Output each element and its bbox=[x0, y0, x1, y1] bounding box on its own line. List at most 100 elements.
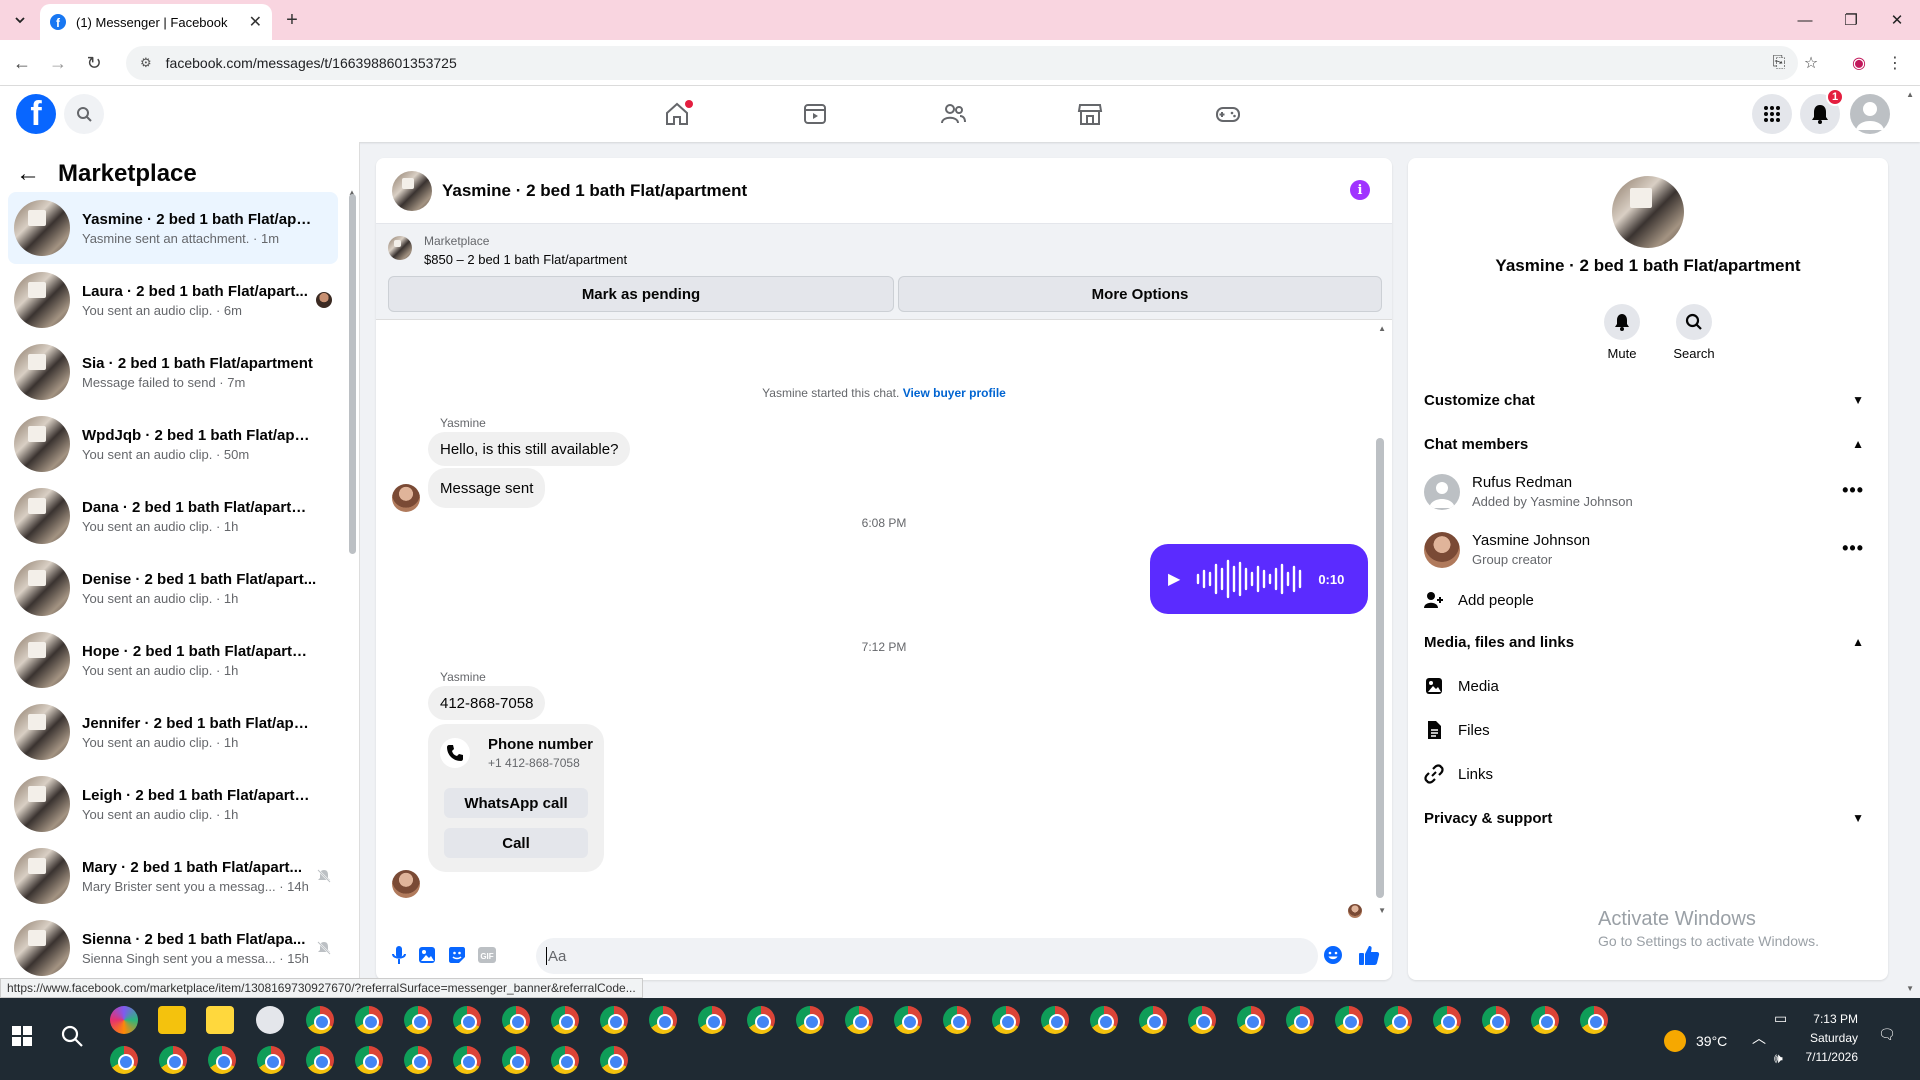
message-bubble[interactable]: Hello, is this still available? bbox=[428, 432, 631, 466]
privacy-support-row[interactable]: Privacy & support ▼ bbox=[1424, 800, 1872, 836]
sender-avatar[interactable] bbox=[392, 484, 420, 512]
chrome-icon[interactable] bbox=[1482, 1006, 1510, 1034]
chrome-icon[interactable] bbox=[306, 1006, 334, 1034]
bell-icon[interactable] bbox=[1604, 304, 1640, 340]
chrome-icon[interactable] bbox=[1384, 1006, 1412, 1034]
search-icon[interactable] bbox=[1676, 304, 1712, 340]
reload-button[interactable]: ↻ bbox=[80, 49, 108, 77]
address-bar[interactable]: ⚙ facebook.com/messages/t/16639886013537… bbox=[126, 46, 1798, 80]
chrome-icon[interactable] bbox=[453, 1046, 481, 1074]
chat-listing-avatar[interactable] bbox=[392, 170, 432, 211]
chrome-icon[interactable] bbox=[404, 1046, 432, 1074]
chrome-icon[interactable] bbox=[1090, 1006, 1118, 1034]
sender-avatar[interactable] bbox=[392, 870, 420, 898]
forward-button[interactable]: → bbox=[44, 49, 72, 77]
call-button[interactable]: Call bbox=[444, 828, 588, 858]
chrome-icon[interactable] bbox=[1433, 1006, 1461, 1034]
app-icon[interactable] bbox=[256, 1006, 284, 1034]
emoji-icon[interactable] bbox=[1322, 944, 1344, 966]
weather-widget[interactable]: 39°C bbox=[1664, 1030, 1727, 1052]
sidebar-scrollbar[interactable] bbox=[349, 194, 356, 554]
info-panel-avatar[interactable] bbox=[1612, 176, 1684, 248]
files-row[interactable]: Files bbox=[1424, 712, 1872, 748]
media-row[interactable]: Media bbox=[1424, 668, 1872, 704]
chrome-icon[interactable] bbox=[551, 1006, 579, 1034]
conversation-item[interactable]: Jennifer · 2 bed 1 bath Flat/apart... You… bbox=[8, 696, 338, 768]
chrome-icon[interactable] bbox=[992, 1006, 1020, 1034]
menu-grid-button[interactable] bbox=[1752, 94, 1792, 134]
search-action[interactable]: Search bbox=[1664, 304, 1724, 361]
media-files-links-row[interactable]: Media, files and links ▲ bbox=[1424, 624, 1872, 660]
chat-member-item[interactable]: Yasmine Johnson Group creator ••• bbox=[1424, 524, 1872, 576]
taskbar-clock[interactable]: 7:13 PM Saturday 7/11/2026 bbox=[1804, 1010, 1859, 1067]
more-options-button[interactable]: More Options bbox=[898, 276, 1382, 312]
conversation-item[interactable]: Sienna · 2 bed 1 bath Flat/apa... Sienna … bbox=[8, 912, 338, 984]
play-icon[interactable]: ▶ bbox=[1168, 569, 1180, 589]
conversation-item[interactable]: Laura · 2 bed 1 bath Flat/apart... You se… bbox=[8, 264, 338, 336]
page-scroll-up-icon[interactable]: ▲ bbox=[1906, 90, 1914, 99]
taskbar-search-icon[interactable] bbox=[60, 1024, 84, 1048]
message-bubble[interactable]: Message sent bbox=[428, 468, 546, 508]
minimize-button[interactable]: — bbox=[1782, 0, 1828, 40]
mark-as-pending-button[interactable]: Mark as pending bbox=[388, 276, 894, 312]
chrome-icon[interactable] bbox=[1335, 1006, 1363, 1034]
audio-message[interactable]: ▶ 0:10 bbox=[1150, 544, 1368, 614]
windows-start-icon[interactable] bbox=[12, 1026, 32, 1046]
restore-button[interactable]: ❐ bbox=[1828, 0, 1874, 40]
chrome-icon[interactable] bbox=[1237, 1006, 1265, 1034]
browser-menu-icon[interactable]: ⋮ bbox=[1884, 52, 1906, 74]
close-window-button[interactable]: ✕ bbox=[1874, 0, 1920, 40]
gif-icon[interactable]: GIF bbox=[476, 944, 498, 966]
chrome-icon[interactable] bbox=[1531, 1006, 1559, 1034]
copilot-app-icon[interactable] bbox=[110, 1006, 138, 1034]
profile-icon[interactable]: ◉ bbox=[1848, 52, 1870, 74]
chat-members-row[interactable]: Chat members ▲ bbox=[1424, 426, 1872, 462]
chrome-icon[interactable] bbox=[306, 1046, 334, 1074]
back-arrow-icon[interactable]: ← bbox=[16, 160, 40, 188]
notifications-center-icon[interactable]: 🗨 bbox=[1878, 1026, 1896, 1043]
install-app-icon[interactable]: ⎘ bbox=[1768, 52, 1790, 74]
chrome-icon[interactable] bbox=[355, 1046, 383, 1074]
site-info-icon[interactable]: ⚙ bbox=[140, 55, 152, 71]
chat-member-item[interactable]: Rufus Redman Added by Yasmine Johnson ••… bbox=[1424, 466, 1872, 518]
conversation-item[interactable]: WpdJqb · 2 bed 1 bath Flat/apar... You se… bbox=[8, 408, 338, 480]
chrome-icon[interactable] bbox=[355, 1006, 383, 1034]
sticker-icon[interactable] bbox=[446, 944, 468, 966]
conversation-info-icon[interactable]: i bbox=[1350, 180, 1370, 200]
chrome-icon[interactable] bbox=[257, 1046, 285, 1074]
facebook-search-button[interactable] bbox=[64, 94, 104, 134]
chrome-icon[interactable] bbox=[1139, 1006, 1167, 1034]
sticky-notes-icon[interactable] bbox=[206, 1006, 234, 1034]
chrome-icon[interactable] bbox=[110, 1046, 138, 1074]
chrome-icon[interactable] bbox=[1041, 1006, 1069, 1034]
chrome-icon[interactable] bbox=[502, 1006, 530, 1034]
tray-chevron-up-icon[interactable]: ︿ bbox=[1752, 1028, 1766, 1048]
chrome-icon[interactable] bbox=[502, 1046, 530, 1074]
photo-icon[interactable] bbox=[416, 944, 438, 966]
gaming-nav-button[interactable] bbox=[1212, 98, 1244, 130]
chrome-icon[interactable] bbox=[404, 1006, 432, 1034]
chrome-icon[interactable] bbox=[159, 1046, 187, 1074]
bookmark-star-icon[interactable]: ☆ bbox=[1800, 52, 1822, 74]
chrome-icon[interactable] bbox=[698, 1006, 726, 1034]
new-tab-button[interactable]: + bbox=[280, 8, 304, 32]
tab-close-icon[interactable]: ✕ bbox=[249, 12, 262, 32]
banner-price[interactable]: $850 – 2 bed 1 bath Flat/apartment bbox=[424, 252, 627, 267]
account-avatar[interactable] bbox=[1850, 94, 1890, 134]
chrome-icon[interactable] bbox=[796, 1006, 824, 1034]
conversation-item[interactable]: Mary · 2 bed 1 bath Flat/apart... Mary Br… bbox=[8, 840, 338, 912]
conversation-item[interactable]: Leigh · 2 bed 1 bath Flat/apartm... You s… bbox=[8, 768, 338, 840]
view-buyer-profile-link[interactable]: View buyer profile bbox=[903, 386, 1006, 400]
video-nav-button[interactable] bbox=[799, 98, 831, 130]
banner-listing-thumbnail[interactable] bbox=[388, 236, 412, 260]
conversation-item[interactable]: Sia · 2 bed 1 bath Flat/apartment Message… bbox=[8, 336, 338, 408]
mute-action[interactable]: Mute bbox=[1592, 304, 1652, 361]
chrome-icon[interactable] bbox=[1188, 1006, 1216, 1034]
chrome-icon[interactable] bbox=[600, 1006, 628, 1034]
customize-chat-row[interactable]: Customize chat ▼ bbox=[1424, 382, 1872, 418]
chrome-icon[interactable] bbox=[747, 1006, 775, 1034]
message-bubble[interactable]: 412-868-7058 bbox=[428, 686, 546, 720]
chrome-icon[interactable] bbox=[208, 1046, 236, 1074]
page-scroll-down-icon[interactable]: ▼ bbox=[1906, 984, 1914, 993]
tab-search-chevron-icon[interactable] bbox=[8, 8, 32, 32]
